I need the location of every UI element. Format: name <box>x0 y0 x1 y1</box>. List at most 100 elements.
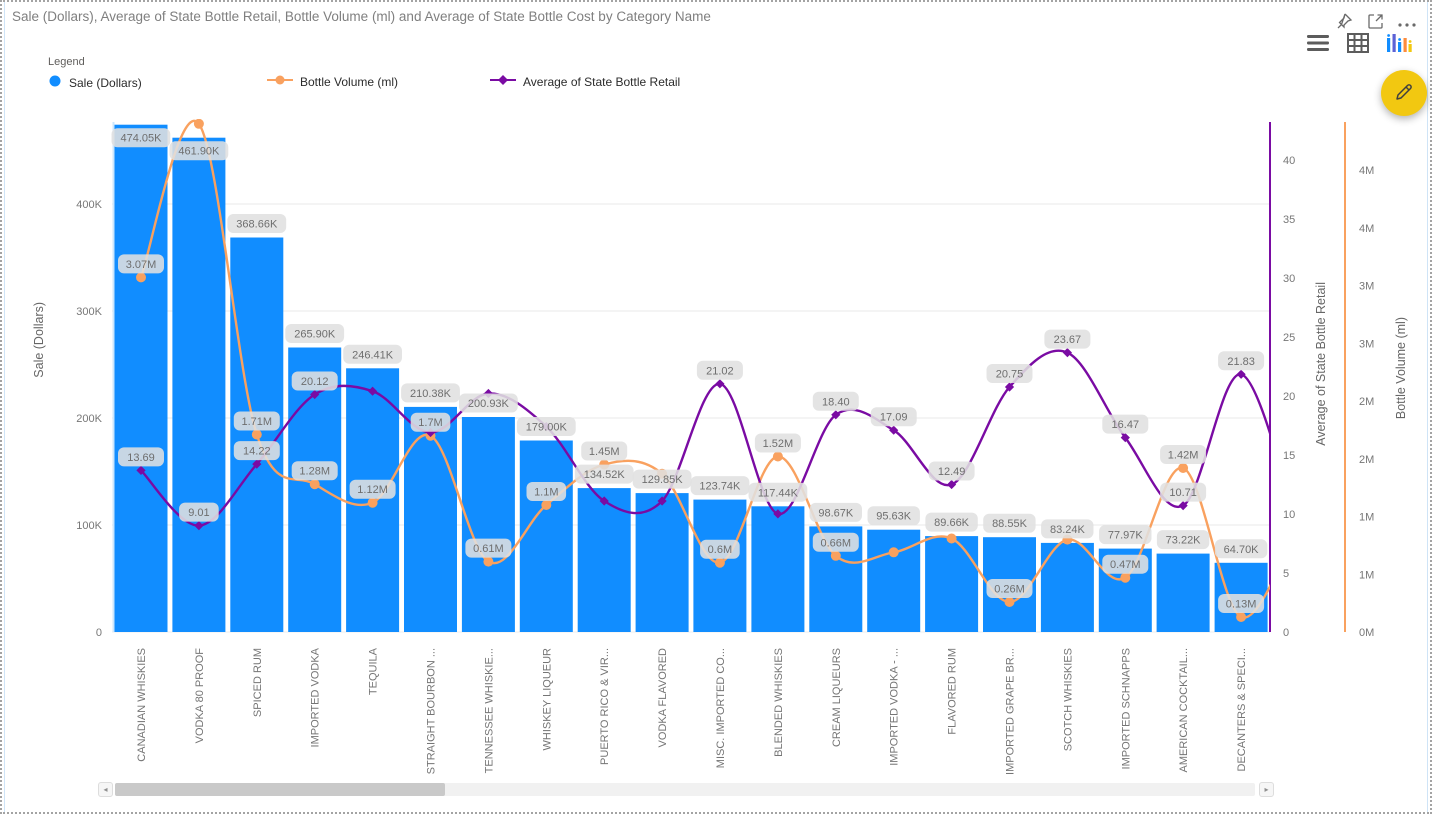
retail-axis-tick: 10 <box>1283 509 1295 521</box>
svg-text:1.52M: 1.52M <box>763 438 794 450</box>
data-point-marker[interactable] <box>136 272 146 282</box>
svg-text:200.93K: 200.93K <box>468 398 510 410</box>
data-label: 1.12M <box>350 480 396 499</box>
data-point-marker[interactable] <box>773 452 783 462</box>
svg-text:12.49: 12.49 <box>938 466 966 478</box>
data-point-marker[interactable] <box>483 557 493 567</box>
svg-text:368.66K: 368.66K <box>236 219 278 231</box>
retail-axis-tick: 25 <box>1283 332 1295 344</box>
data-point-marker[interactable] <box>889 547 899 557</box>
data-label: 13.69 <box>118 447 164 466</box>
data-label: 9.01 <box>179 503 219 522</box>
category-label: SCOTCH WHISKIES <box>1062 648 1074 751</box>
data-label: 246.41K <box>343 345 402 364</box>
retail-axis-tick: 15 <box>1283 450 1295 462</box>
category-label: AMERICAN COCKTAIL... <box>1178 648 1190 772</box>
svg-text:77.97K: 77.97K <box>1108 530 1144 542</box>
svg-text:21.02: 21.02 <box>706 365 734 377</box>
scroll-left-button[interactable]: ◂ <box>98 782 113 797</box>
svg-text:210.38K: 210.38K <box>410 388 452 400</box>
svg-text:179.00K: 179.00K <box>526 422 568 434</box>
data-label: 14.22 <box>234 441 280 460</box>
svg-text:123.74K: 123.74K <box>699 481 741 493</box>
data-point-marker[interactable] <box>1178 463 1188 473</box>
svg-text:17.09: 17.09 <box>880 412 908 424</box>
data-label: 179.00K <box>517 417 576 436</box>
data-label: 0.61M <box>465 539 511 558</box>
category-label: CREAM LIQUEURS <box>831 648 843 747</box>
category-label: IMPORTED VODKA <box>310 647 322 747</box>
data-label: 129.85K <box>633 470 692 489</box>
horizontal-scrollbar[interactable]: ◂ ▸ <box>98 782 1278 797</box>
svg-text:129.85K: 129.85K <box>642 474 684 486</box>
data-label: 18.40 <box>813 392 859 411</box>
category-label: VODKA 80 PROOF <box>194 648 206 744</box>
data-point-marker[interactable] <box>715 558 725 568</box>
bar[interactable] <box>636 493 689 632</box>
volume-axis-tick: 1M <box>1359 512 1374 524</box>
data-label: 16.47 <box>1102 415 1148 434</box>
bar[interactable] <box>1157 554 1210 632</box>
data-point-marker[interactable] <box>1236 612 1246 622</box>
category-label: FLAVORED RUM <box>947 648 959 735</box>
data-label: 1.7M <box>411 413 451 432</box>
data-point-marker[interactable] <box>831 551 841 561</box>
bar[interactable] <box>172 138 225 632</box>
volume-axis-tick: 3M <box>1359 281 1374 293</box>
bar[interactable] <box>115 125 168 632</box>
category-label: STRAIGHT BOURBON ... <box>426 648 438 774</box>
svg-text:474.05K: 474.05K <box>121 133 163 145</box>
left-axis-tick: 300K <box>76 306 102 318</box>
scrollbar-track[interactable] <box>115 783 1255 796</box>
data-label: 10.71 <box>1160 483 1206 502</box>
data-label: 83.24K <box>1041 519 1093 538</box>
retail-axis-tick: 35 <box>1283 214 1295 226</box>
data-label: 98.67K <box>810 503 862 522</box>
bar[interactable] <box>925 536 978 632</box>
data-label: 88.55K <box>983 514 1035 533</box>
data-label: 3.07M <box>118 254 164 273</box>
data-label: 20.75 <box>987 364 1033 383</box>
svg-text:10.71: 10.71 <box>1169 487 1197 499</box>
svg-text:265.90K: 265.90K <box>294 329 336 341</box>
category-label: TENNESSEE WHISKIE... <box>483 648 495 773</box>
svg-text:134.52K: 134.52K <box>584 469 626 481</box>
category-label: TEQUILA <box>368 647 380 695</box>
svg-text:14.22: 14.22 <box>243 446 271 458</box>
data-point-marker[interactable] <box>541 500 551 510</box>
data-label: 200.93K <box>459 394 518 413</box>
svg-text:21.83: 21.83 <box>1227 356 1255 368</box>
category-label: MISC. IMPORTED CO... <box>715 648 727 768</box>
svg-text:0.13M: 0.13M <box>1226 599 1257 611</box>
data-label: 95.63K <box>868 506 920 525</box>
data-point-marker[interactable] <box>194 119 204 129</box>
data-point-marker[interactable] <box>252 430 262 440</box>
scroll-right-button[interactable]: ▸ <box>1259 782 1274 797</box>
svg-text:0.61M: 0.61M <box>473 543 504 555</box>
bar[interactable] <box>520 441 573 633</box>
data-point-marker[interactable] <box>715 379 724 388</box>
volume-axis-tick: 4M <box>1359 223 1374 235</box>
svg-text:98.67K: 98.67K <box>818 507 854 519</box>
data-label: 73.22K <box>1157 530 1209 549</box>
category-label: VODKA FLAVORED <box>657 648 669 747</box>
svg-text:3.07M: 3.07M <box>126 259 157 271</box>
data-label: 77.97K <box>1099 525 1151 544</box>
category-label: IMPORTED VODKA - ... <box>889 648 901 766</box>
svg-text:0.6M: 0.6M <box>708 544 732 556</box>
data-label: 210.38K <box>401 383 460 402</box>
data-point-marker[interactable] <box>1005 597 1015 607</box>
category-label: BLENDED WHISKIES <box>773 648 785 757</box>
scrollbar-thumb[interactable] <box>115 783 445 796</box>
svg-text:1.12M: 1.12M <box>357 484 388 496</box>
data-point-marker[interactable] <box>1120 573 1130 583</box>
data-point-marker[interactable] <box>368 498 378 508</box>
data-point-marker[interactable] <box>947 534 957 544</box>
svg-text:83.24K: 83.24K <box>1050 524 1086 536</box>
data-point-marker[interactable] <box>310 479 320 489</box>
data-label: 368.66K <box>227 214 286 233</box>
combo-chart[interactable]: 0100K200K300K400K05101520253035400M1M1M2… <box>2 2 1432 787</box>
svg-text:88.55K: 88.55K <box>992 518 1028 530</box>
bar[interactable] <box>751 506 804 632</box>
svg-text:9.01: 9.01 <box>188 507 209 519</box>
